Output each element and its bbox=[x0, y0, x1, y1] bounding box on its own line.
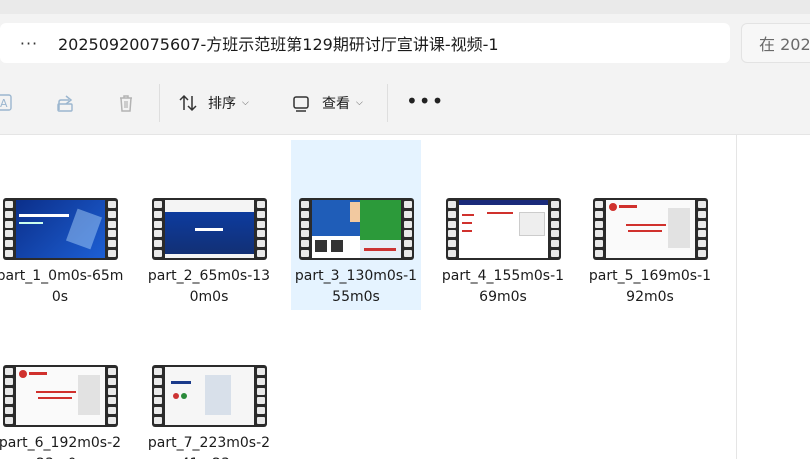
film-sprocket-strip bbox=[301, 201, 310, 257]
sort-label: 排序 bbox=[208, 96, 236, 112]
film-sprocket-strip bbox=[257, 368, 266, 424]
file-item[interactable]: part_2_65m0s-130m0s bbox=[144, 140, 274, 310]
video-thumbnail bbox=[593, 198, 708, 260]
film-sprocket-strip bbox=[5, 368, 14, 424]
toolbar-separator bbox=[159, 84, 160, 122]
film-sprocket-strip bbox=[404, 201, 413, 257]
search-input[interactable]: 在 2025 bbox=[741, 23, 810, 63]
details-pane bbox=[736, 135, 810, 459]
file-list-pane[interactable]: part_1_0m0s-65m0s part_2_65m0s-130m0s part… bbox=[0, 135, 736, 459]
film-sprocket-strip bbox=[448, 201, 457, 257]
film-sprocket-strip bbox=[108, 368, 117, 424]
file-item[interactable]: part_6_192m0s-223m0s bbox=[0, 307, 125, 459]
video-frame bbox=[16, 367, 105, 425]
more-options-button[interactable]: ••• bbox=[406, 91, 444, 111]
breadcrumb-overflow-button[interactable]: ··· bbox=[0, 34, 58, 53]
video-thumbnail bbox=[446, 198, 561, 260]
file-item[interactable]: part_7_223m0s-241m23s bbox=[144, 307, 274, 459]
film-sprocket-strip bbox=[257, 201, 266, 257]
video-frame bbox=[165, 367, 254, 425]
breadcrumb-current-folder[interactable]: 20250920075607-方班示范班第129期研讨厅宣讲课-视频-1 bbox=[58, 31, 499, 55]
trash-icon[interactable] bbox=[115, 92, 137, 114]
file-item[interactable]: part_4_155m0s-169m0s bbox=[438, 140, 568, 310]
file-name: part_1_0m0s-65m0s bbox=[0, 268, 124, 305]
chevron-down-icon: ⌵ bbox=[356, 98, 363, 108]
view-button[interactable]: 查看 ⌵ bbox=[292, 92, 363, 114]
address-bar[interactable]: ··· 20250920075607-方班示范班第129期研讨厅宣讲课-视频-1 bbox=[0, 23, 730, 63]
view-label: 查看 bbox=[322, 96, 350, 112]
film-sprocket-strip bbox=[5, 201, 14, 257]
file-name: part_6_192m0s-223m0s bbox=[0, 435, 122, 459]
video-frame bbox=[16, 200, 105, 258]
film-sprocket-strip bbox=[108, 201, 117, 257]
film-sprocket-strip bbox=[154, 201, 163, 257]
share-icon[interactable] bbox=[55, 92, 77, 114]
file-item[interactable]: part_5_169m0s-192m0s bbox=[585, 140, 715, 310]
chevron-down-icon: ⌵ bbox=[242, 98, 249, 108]
view-icon bbox=[293, 96, 309, 112]
file-name: part_2_65m0s-130m0s bbox=[147, 268, 271, 305]
translate-icon[interactable]: A bbox=[0, 92, 16, 114]
video-thumbnail bbox=[152, 365, 267, 427]
sort-icon bbox=[179, 94, 197, 112]
video-frame bbox=[165, 200, 254, 258]
film-sprocket-strip bbox=[595, 201, 604, 257]
video-thumbnail bbox=[3, 198, 118, 260]
svg-text:A: A bbox=[0, 97, 8, 110]
film-sprocket-strip bbox=[154, 368, 163, 424]
file-name: part_4_155m0s-169m0s bbox=[441, 268, 565, 305]
film-sprocket-strip bbox=[698, 201, 707, 257]
file-name: part_7_223m0s-241m23s bbox=[147, 435, 271, 459]
window-top-strip bbox=[0, 0, 810, 14]
toolbar-separator bbox=[387, 84, 388, 122]
video-frame bbox=[312, 200, 401, 258]
file-item[interactable]: part_3_130m0s-155m0s bbox=[291, 140, 421, 310]
video-thumbnail bbox=[299, 198, 414, 260]
video-frame bbox=[459, 200, 548, 258]
video-thumbnail bbox=[152, 198, 267, 260]
command-bar: A 排序 ⌵ 查看 ⌵ ••• bbox=[0, 72, 810, 135]
sort-button[interactable]: 排序 ⌵ bbox=[178, 92, 249, 114]
file-name: part_3_130m0s-155m0s bbox=[294, 268, 418, 305]
film-sprocket-strip bbox=[551, 201, 560, 257]
file-item[interactable]: part_1_0m0s-65m0s bbox=[0, 140, 125, 310]
video-thumbnail bbox=[3, 365, 118, 427]
file-name: part_5_169m0s-192m0s bbox=[588, 268, 712, 305]
video-frame bbox=[606, 200, 695, 258]
